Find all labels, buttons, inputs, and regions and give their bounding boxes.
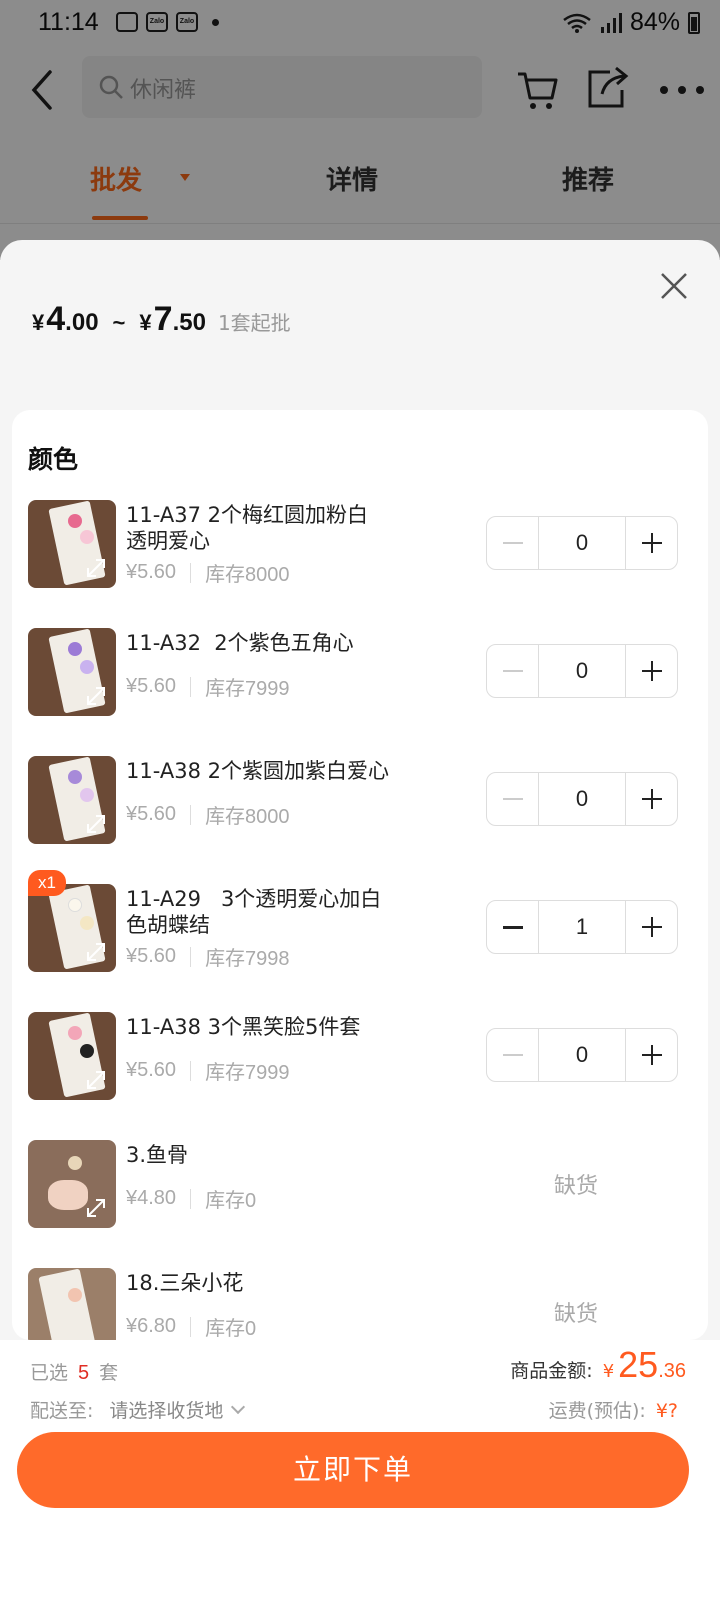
min-order-label: 1套起批 <box>217 311 291 335</box>
product-thumbnail[interactable] <box>28 1140 116 1228</box>
price-range: ¥ 4 .00 ~ ¥ 7 .50 1套起批 <box>32 300 291 338</box>
amount-dec: .36 <box>658 1360 686 1382</box>
price-min-dec: .00 <box>65 309 99 336</box>
product-thumbnail[interactable] <box>28 500 116 588</box>
modal-overlay[interactable] <box>0 0 720 260</box>
decrease-button[interactable] <box>487 517 538 569</box>
list-item: 11-A37 2个梅红圆加粉白 透明爱心 ¥5.60 库存8000 0 <box>12 500 708 596</box>
quantity-value[interactable]: 0 <box>538 1029 626 1081</box>
product-thumbnail[interactable] <box>28 884 116 972</box>
quantity-stepper: 0 <box>486 644 678 698</box>
item-price: ¥4.80 <box>126 1187 177 1209</box>
item-price: ¥5.60 <box>126 945 177 967</box>
quantity-stepper: 1 <box>486 900 678 954</box>
total-amount: 商品金额: ¥ 25 .36 <box>510 1344 686 1385</box>
item-stock: 库存7999 <box>205 1062 290 1084</box>
list-item: x1 11-A29 3个透明爱心加白 色胡蝶结 ¥5.60 库存7998 1 <box>12 870 708 980</box>
item-meta: ¥5.60 库存8000 <box>126 800 290 829</box>
quantity-stepper: 0 <box>486 1028 678 1082</box>
chevron-down-icon <box>231 1399 246 1414</box>
item-price: ¥5.60 <box>126 675 177 697</box>
expand-icon[interactable] <box>84 812 108 836</box>
item-name: 11-A38 2个紫圆加紫白爱心 <box>126 759 389 783</box>
decrease-button[interactable] <box>487 645 538 697</box>
shipping-address-selector[interactable]: 配送至: 请选择收货地 <box>30 1396 246 1423</box>
out-of-stock-label: 缺货 <box>554 1302 599 1327</box>
item-stock: 库存8000 <box>205 806 290 828</box>
color-options-card: 颜色 11-A37 2个梅红圆加粉白 透明爱心 ¥5.60 库存8000 0 1… <box>12 410 708 1340</box>
freight-estimate: 运费(预估): ¥? <box>548 1400 678 1422</box>
list-item: 11-A32 2个紫色五角心 ¥5.60 库存7999 0 <box>12 628 708 724</box>
expand-icon[interactable] <box>84 940 108 964</box>
quantity-value[interactable]: 1 <box>538 901 626 953</box>
out-of-stock-label: 缺货 <box>554 1174 599 1199</box>
item-price: ¥6.80 <box>126 1315 177 1337</box>
item-meta: ¥5.60 库存8000 <box>126 558 290 587</box>
product-thumbnail[interactable] <box>28 1268 116 1340</box>
item-price: ¥5.60 <box>126 803 177 825</box>
place-order-button[interactable]: 立即下单 <box>17 1432 689 1508</box>
increase-button[interactable] <box>626 517 677 569</box>
shipping-address: 请选择收货地 <box>109 1400 224 1422</box>
decrease-button[interactable] <box>487 901 538 953</box>
section-title: 颜色 <box>28 445 79 474</box>
price-max-dec: .50 <box>172 309 206 336</box>
selected-count: 5 <box>78 1362 90 1384</box>
item-meta: ¥5.60 库存7998 <box>126 942 290 971</box>
quantity-value[interactable]: 0 <box>538 517 626 569</box>
item-meta: ¥5.60 库存7999 <box>126 1056 290 1085</box>
quantity-stepper: 0 <box>486 772 678 826</box>
item-stock: 库存0 <box>205 1190 257 1212</box>
increase-button[interactable] <box>626 1029 677 1081</box>
expand-icon[interactable] <box>84 684 108 708</box>
expand-icon[interactable] <box>84 556 108 580</box>
item-stock: 库存8000 <box>205 564 290 586</box>
close-icon[interactable] <box>652 264 696 308</box>
quantity-value[interactable]: 0 <box>538 773 626 825</box>
quantity-badge: x1 <box>28 870 66 896</box>
selected-summary: 已选 5 套 <box>30 1362 119 1384</box>
increase-button[interactable] <box>626 901 677 953</box>
item-stock: 库存7998 <box>205 948 290 970</box>
list-item: 11-A38 3个黑笑脸5件套 ¥5.60 库存7999 0 <box>12 1012 708 1108</box>
decrease-button[interactable] <box>487 1029 538 1081</box>
quantity-stepper: 0 <box>486 516 678 570</box>
price-min-int: 4 <box>46 300 66 338</box>
product-thumbnail[interactable] <box>28 756 116 844</box>
amount-int: 25 <box>618 1344 659 1385</box>
increase-button[interactable] <box>626 773 677 825</box>
item-meta: ¥6.80 库存0 <box>126 1312 256 1340</box>
decrease-button[interactable] <box>487 773 538 825</box>
increase-button[interactable] <box>626 645 677 697</box>
price-max-int: 7 <box>153 300 173 338</box>
item-meta: ¥5.60 库存7999 <box>126 672 290 701</box>
order-summary-bar: 已选 5 套 商品金额: ¥ 25 .36 配送至: 请选择收货地 运费(预估)… <box>0 1340 720 1600</box>
item-meta: ¥4.80 库存0 <box>126 1184 256 1213</box>
expand-icon[interactable] <box>84 1196 108 1220</box>
item-name: 11-A38 3个黑笑脸5件套 <box>126 1015 361 1039</box>
item-name: 11-A29 3个透明爱心加白 色胡蝶结 <box>126 887 382 937</box>
item-name: 3.鱼骨 <box>126 1143 189 1167</box>
expand-icon[interactable] <box>84 1068 108 1092</box>
product-thumbnail[interactable] <box>28 628 116 716</box>
quantity-value[interactable]: 0 <box>538 645 626 697</box>
item-price: ¥5.60 <box>126 1059 177 1081</box>
item-name: 11-A32 2个紫色五角心 <box>126 631 354 655</box>
list-item: 3.鱼骨 ¥4.80 库存0 缺货 <box>12 1140 708 1236</box>
item-name: 11-A37 2个梅红圆加粉白 透明爱心 <box>126 503 368 553</box>
list-item: 11-A38 2个紫圆加紫白爱心 ¥5.60 库存8000 0 <box>12 756 708 852</box>
product-thumbnail[interactable] <box>28 1012 116 1100</box>
item-stock: 库存7999 <box>205 678 290 700</box>
list-item: 18.三朵小花 ¥6.80 库存0 缺货 <box>12 1268 708 1340</box>
item-stock: 库存0 <box>205 1318 257 1340</box>
item-price: ¥5.60 <box>126 561 177 583</box>
item-name: 18.三朵小花 <box>126 1271 244 1295</box>
